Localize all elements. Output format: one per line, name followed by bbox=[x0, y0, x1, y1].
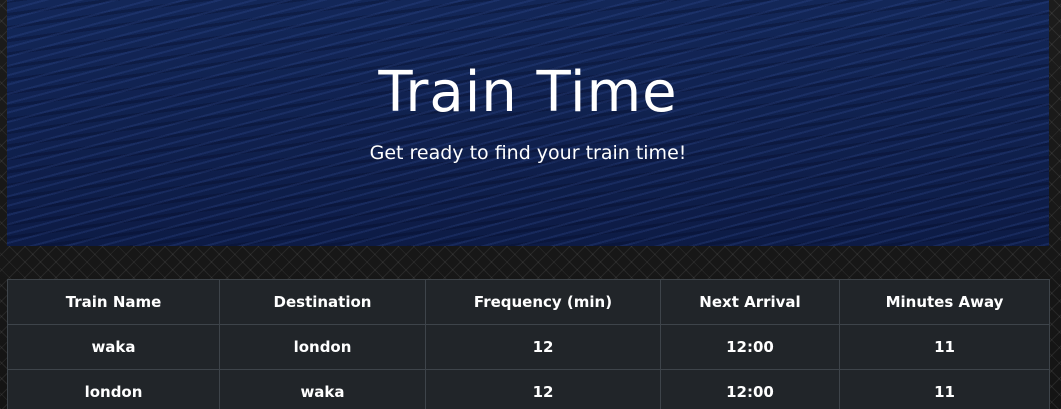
column-header-frequency: Frequency (min) bbox=[425, 279, 661, 325]
column-header-train-name: Train Name bbox=[7, 279, 220, 325]
cell-next-arrival: 12:00 bbox=[660, 324, 840, 370]
cell-frequency: 12 bbox=[425, 369, 661, 409]
cell-minutes-away: 11 bbox=[839, 369, 1050, 409]
cell-destination: london bbox=[219, 324, 426, 370]
cell-minutes-away: 11 bbox=[839, 324, 1050, 370]
header-banner: Train Time Get ready to find your train … bbox=[7, 0, 1049, 246]
cell-train-name: london bbox=[7, 369, 220, 409]
cell-destination: waka bbox=[219, 369, 426, 409]
cell-next-arrival: 12:00 bbox=[660, 369, 840, 409]
table-header-row: Train Name Destination Frequency (min) N… bbox=[7, 279, 1050, 325]
page-subtitle: Get ready to find your train time! bbox=[369, 142, 687, 164]
column-header-next-arrival: Next Arrival bbox=[660, 279, 840, 325]
page-title: Train Time bbox=[378, 60, 678, 125]
cell-train-name: waka bbox=[7, 324, 220, 370]
table-row: waka london 12 12:00 11 bbox=[7, 324, 1050, 370]
train-schedule-table: Train Name Destination Frequency (min) N… bbox=[7, 279, 1050, 409]
column-header-destination: Destination bbox=[219, 279, 426, 325]
cell-frequency: 12 bbox=[425, 324, 661, 370]
column-header-minutes-away: Minutes Away bbox=[839, 279, 1050, 325]
table-row: london waka 12 12:00 11 bbox=[7, 369, 1050, 409]
